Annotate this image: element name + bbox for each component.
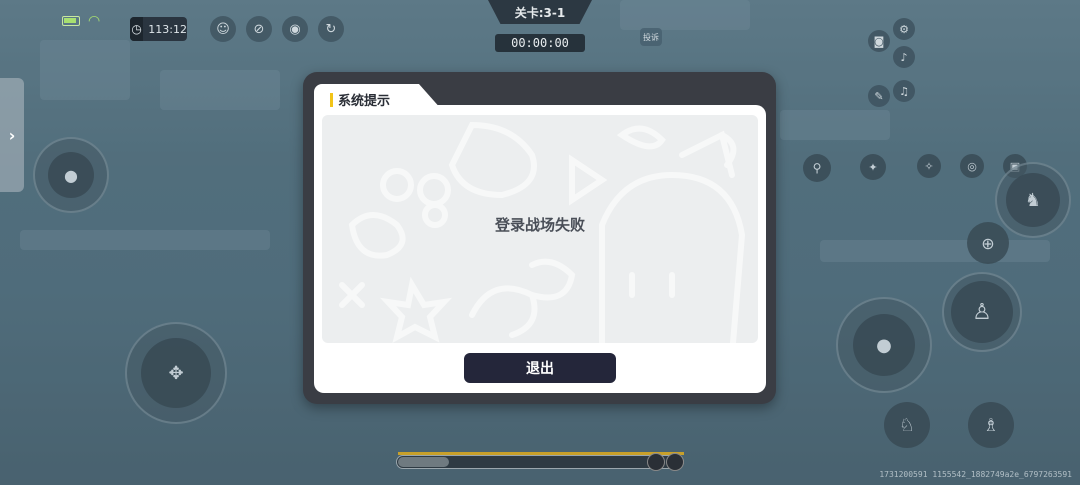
level-badge: 关卡:3-1 (488, 0, 592, 24)
attack-button[interactable]: ♞ (995, 162, 1071, 238)
match-timer: 00:00:00 (495, 34, 585, 52)
top-left-toolbar: ☺ ⊘ ◉ ↻ (210, 16, 344, 42)
crosshair-icon[interactable]: ⊕ (967, 222, 1009, 264)
edit-icon[interactable]: ✎ (868, 85, 890, 107)
aim-joystick[interactable]: ● (836, 297, 932, 393)
camera-icon[interactable]: ◙ (868, 30, 890, 52)
game-clock: ◷ 113:12 (130, 17, 187, 41)
movement-joystick[interactable]: ✥ (125, 322, 227, 424)
jump-icon: ♙ (951, 281, 1013, 343)
battery-icon (62, 16, 80, 26)
mic-icon[interactable]: ♫ (893, 80, 915, 102)
emote-button[interactable]: ● (33, 137, 109, 213)
dialog-message-panel: 登录战场失败 (322, 115, 758, 343)
footer-info: 1731200591 1155542_1882749a2e_6797263591 (879, 470, 1072, 479)
ghost-icon[interactable]: ◉ (282, 16, 308, 42)
report-label: 投诉 (643, 32, 659, 42)
progress-end-icon (666, 453, 684, 471)
clock-icon: ◷ (130, 17, 144, 41)
jump-button[interactable]: ♙ (942, 272, 1022, 352)
map-marker-icon[interactable]: ⚲ (803, 154, 831, 182)
level-label: 关卡:3-1 (514, 5, 566, 20)
exit-button-label: 退出 (526, 361, 554, 377)
emote-icon: ● (48, 152, 94, 198)
crouch-icon[interactable]: ♘ (884, 402, 930, 448)
chevron-right-icon: › (8, 125, 16, 145)
dragon-icon: ♞ (1006, 173, 1060, 227)
side-panel-toggle[interactable]: › (0, 78, 24, 192)
progress-marker-icon (647, 453, 665, 471)
speaker-icon[interactable]: ♪ (893, 46, 915, 68)
skill-2-icon[interactable]: ◎ (960, 154, 984, 178)
progress-bar (396, 453, 684, 471)
refresh-icon[interactable]: ↻ (318, 16, 344, 42)
dialog-title: 系统提示 (330, 90, 390, 109)
emoji-chat-icon[interactable]: ☺ (210, 16, 236, 42)
progress-fill (398, 457, 450, 467)
wifi-icon: ◠ (88, 13, 101, 29)
dialog-title-text: 系统提示 (338, 94, 391, 109)
mute-icon[interactable]: ⊘ (246, 16, 272, 42)
match-timer-value: 00:00:00 (511, 36, 569, 50)
grenade-icon[interactable]: ✧ (917, 154, 941, 178)
title-accent-bar (330, 92, 333, 107)
aim-icon: ● (853, 314, 915, 376)
exit-button[interactable]: 退出 (464, 353, 616, 383)
game-clock-value: 113:12 (148, 22, 187, 36)
report-button[interactable]: 投诉 (640, 28, 662, 46)
dialog-message: 登录战场失败 (494, 215, 585, 234)
device-status: ◠ (62, 14, 100, 28)
dpad-icon: ✥ (141, 338, 211, 408)
skill-icon[interactable]: ✦ (860, 154, 886, 180)
settings-icon[interactable]: ⚙ (893, 18, 915, 40)
prone-icon[interactable]: ♗ (968, 402, 1014, 448)
